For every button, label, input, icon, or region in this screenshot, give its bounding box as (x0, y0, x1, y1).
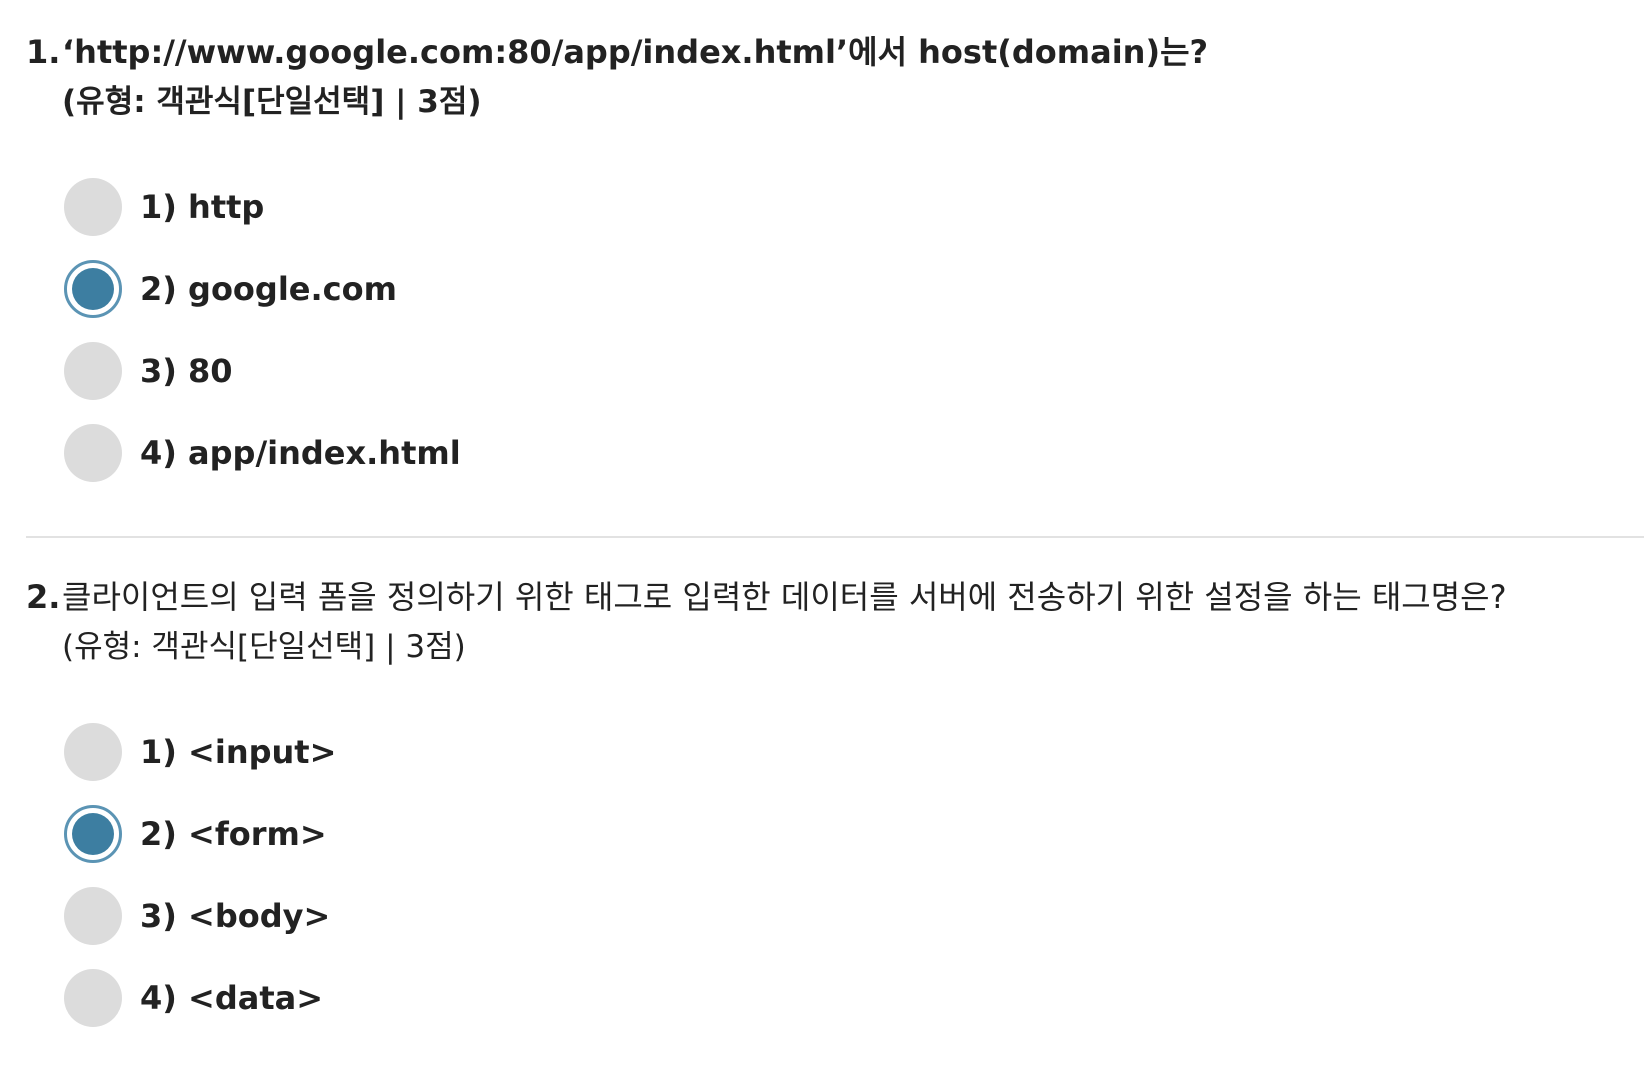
option-4[interactable]: 4) <data> (64, 957, 1644, 1039)
radio-button[interactable] (64, 969, 122, 1027)
radio-button[interactable] (64, 342, 122, 400)
radio-button[interactable] (64, 424, 122, 482)
option-label: 1) <input> (140, 733, 337, 771)
question-meta: (유형: 객관식[단일선택] | 3점) (62, 84, 482, 120)
question-2: 2. 클라이언트의 입력 폼을 정의하기 위한 태그로 입력한 데이터를 서버에… (0, 575, 1644, 1039)
question-divider (26, 536, 1644, 538)
question-text: ‘http://www.google.com:80/app/index.html… (62, 33, 1209, 71)
option-2[interactable]: 2) <form> (64, 793, 1644, 875)
question-1: 1. ‘http://www.google.com:80/app/index.h… (0, 30, 1644, 494)
option-label: 4) app/index.html (140, 434, 461, 472)
option-label: 3) 80 (140, 352, 233, 390)
radio-button[interactable] (64, 260, 122, 318)
option-label: 1) http (140, 188, 265, 226)
option-label: 2) <form> (140, 815, 327, 853)
quiz-page: 1. ‘http://www.google.com:80/app/index.h… (0, 0, 1644, 1086)
question-meta: (유형: 객관식[단일선택] | 3점) (62, 629, 466, 665)
option-label: 4) <data> (140, 979, 324, 1017)
option-2[interactable]: 2) google.com (64, 248, 1644, 330)
radio-button[interactable] (64, 178, 122, 236)
option-3[interactable]: 3) <body> (64, 875, 1644, 957)
options-list: 1) http 2) google.com 3) 80 4) app/index… (0, 166, 1644, 494)
option-4[interactable]: 4) app/index.html (64, 412, 1644, 494)
option-1[interactable]: 1) <input> (64, 711, 1644, 793)
radio-button[interactable] (64, 887, 122, 945)
option-label: 3) <body> (140, 897, 331, 935)
radio-button[interactable] (64, 723, 122, 781)
option-3[interactable]: 3) 80 (64, 330, 1644, 412)
question-header: 2. 클라이언트의 입력 폼을 정의하기 위한 태그로 입력한 데이터를 서버에… (0, 575, 1644, 619)
option-1[interactable]: 1) http (64, 166, 1644, 248)
question-number: 2. (26, 578, 61, 616)
question-number: 1. (26, 33, 61, 71)
options-list: 1) <input> 2) <form> 3) <body> 4) <data> (0, 711, 1644, 1039)
option-label: 2) google.com (140, 270, 397, 308)
question-header: 1. ‘http://www.google.com:80/app/index.h… (0, 30, 1644, 74)
question-text: 클라이언트의 입력 폼을 정의하기 위한 태그로 입력한 데이터를 서버에 전송… (62, 578, 1507, 616)
radio-button[interactable] (64, 805, 122, 863)
